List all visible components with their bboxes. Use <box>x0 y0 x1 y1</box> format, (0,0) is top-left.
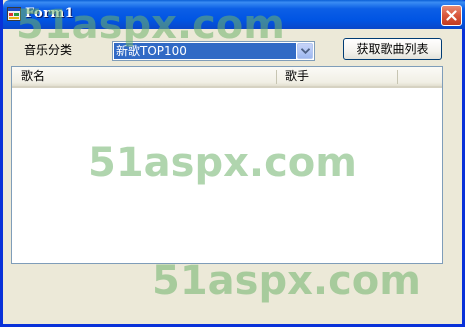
column-header-song-name[interactable]: 歌名 <box>21 67 45 86</box>
window-title: Form1 <box>25 6 75 21</box>
fetch-song-list-button[interactable]: 获取歌曲列表 <box>343 38 442 60</box>
category-select[interactable]: 新歌TOP100 <box>112 41 315 61</box>
close-icon <box>446 10 457 21</box>
column-divider[interactable] <box>276 70 277 84</box>
title-bar[interactable]: Form1 <box>3 0 465 29</box>
dropdown-button[interactable] <box>297 43 313 59</box>
column-divider[interactable] <box>397 70 398 84</box>
list-header: 歌名 歌手 <box>12 67 442 88</box>
chevron-down-icon <box>301 48 310 54</box>
song-list-view[interactable]: 歌名 歌手 <box>11 66 443 264</box>
category-label: 音乐分类 <box>24 43 73 57</box>
close-button[interactable] <box>441 5 462 26</box>
column-header-singer[interactable]: 歌手 <box>285 67 309 86</box>
category-selected-value[interactable]: 新歌TOP100 <box>114 43 296 59</box>
app-window-icon[interactable] <box>7 7 21 21</box>
